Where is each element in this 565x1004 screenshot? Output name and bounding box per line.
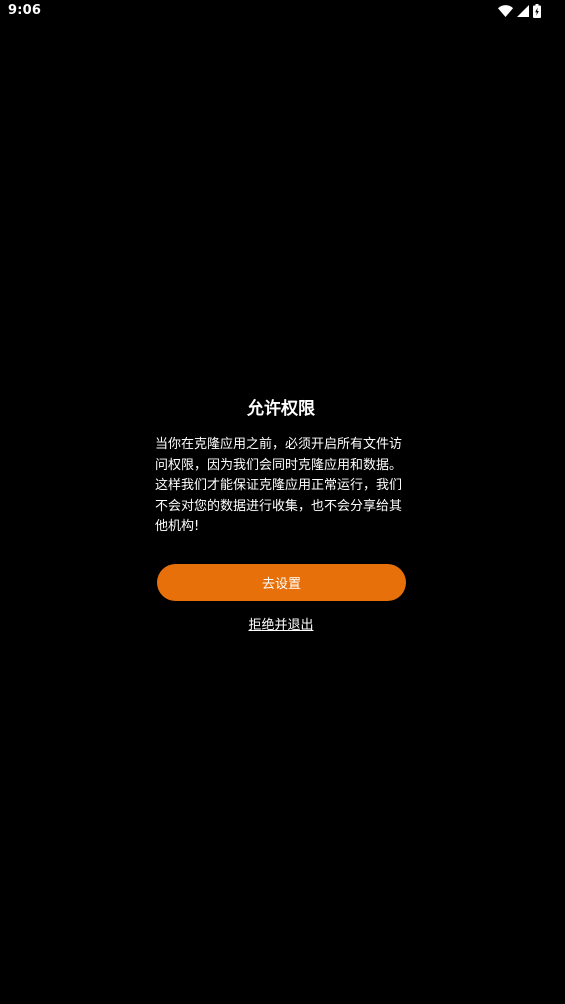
status-time: 9:06 bbox=[8, 3, 42, 18]
dialog-title: 允许权限 bbox=[247, 399, 315, 419]
status-bar: 9:06 bbox=[0, 0, 565, 24]
screen: 9:06 允许权限 当你在克隆应用之前，必须开启所有文件访问权限，因为我们会同时… bbox=[0, 0, 565, 1004]
decline-and-exit-link[interactable]: 拒绝并退出 bbox=[155, 616, 407, 636]
dialog-message: 当你在克隆应用之前，必须开启所有文件访问权限，因为我们会同时克隆应用和数据。这样… bbox=[155, 437, 403, 534]
permission-dialog: 允许权限 当你在克隆应用之前，必须开启所有文件访问权限，因为我们会同时克隆应用和… bbox=[155, 393, 407, 633]
go-to-settings-button[interactable]: 去设置 bbox=[157, 564, 406, 601]
status-icons bbox=[498, 3, 541, 19]
battery-charging-icon bbox=[533, 4, 541, 18]
wifi-icon bbox=[498, 5, 513, 17]
cellular-signal-icon bbox=[517, 5, 529, 17]
